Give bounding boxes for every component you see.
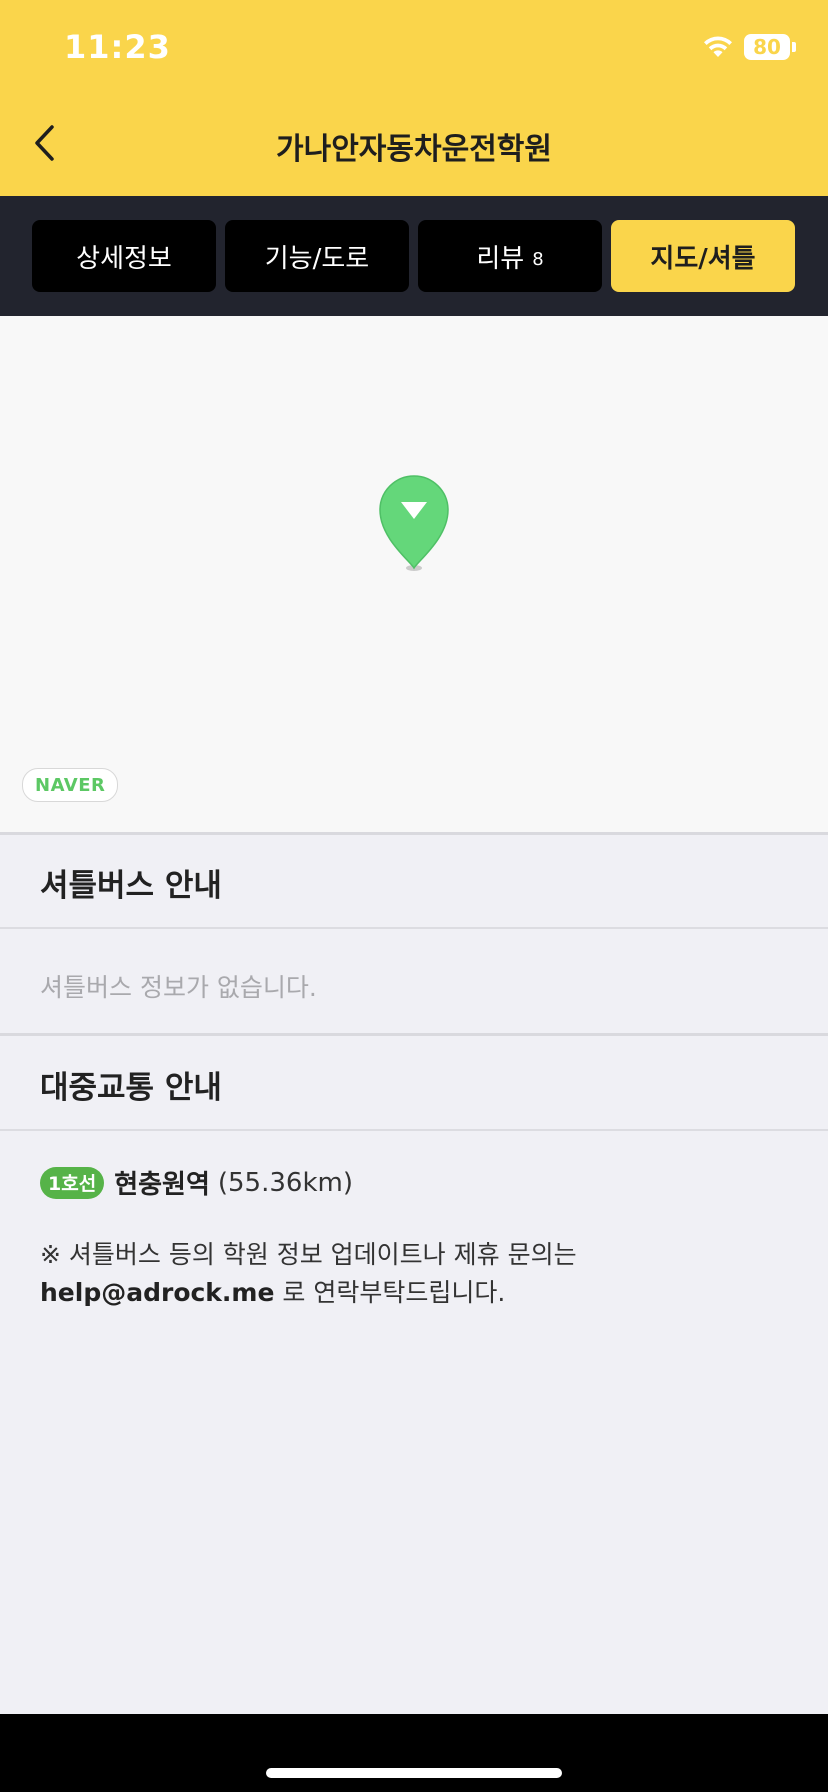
section-divider (0, 1129, 828, 1131)
map-pin-icon[interactable] (374, 468, 454, 580)
contact-notice: ※ 셔틀버스 등의 학원 정보 업데이트나 제휴 문의는 help@adrock… (40, 1236, 800, 1312)
tab-reviews[interactable]: 리뷰 8 (418, 220, 602, 292)
station-distance: (55.36km) (217, 1167, 353, 1198)
tab-label: 기능/도로 (264, 243, 370, 274)
shuttle-section-title: 셔틀버스 안내 (40, 868, 222, 904)
tab-label: 리뷰 (476, 243, 525, 274)
tab-label: 지도/셔틀 (650, 243, 756, 274)
shuttle-empty-message: 셔틀버스 정보가 없습니다. (40, 973, 317, 1002)
battery-level: 80 (744, 34, 790, 60)
tab-bar: 상세정보 기능/도로 리뷰 8 지도/셔틀 (0, 196, 828, 316)
review-count: 8 (532, 248, 544, 270)
bottom-bar (0, 1714, 828, 1792)
transit-section-title: 대중교통 안내 (40, 1070, 222, 1106)
contact-email-link[interactable]: help@adrock.me (40, 1278, 274, 1307)
page-title: 가나안자동차운전학원 (276, 132, 552, 167)
section-divider (0, 927, 828, 929)
battery-tip (792, 42, 796, 52)
tab-map-shuttle[interactable]: 지도/셔틀 (611, 220, 795, 292)
station-name: 현충원역 (114, 1170, 210, 1200)
app-header: 11:23 80 가나안자동차운전학원 (0, 0, 828, 196)
home-indicator[interactable] (266, 1768, 562, 1778)
subway-line-badge: 1호선 (40, 1166, 105, 1199)
tab-details[interactable]: 상세정보 (32, 220, 216, 292)
naver-logo: NAVER (22, 768, 119, 802)
notice-suffix: 로 연락부탁드립니다. (274, 1278, 506, 1307)
wifi-icon (702, 35, 734, 59)
battery-icon: 80 (744, 34, 796, 60)
map-view[interactable]: NAVER (0, 316, 828, 832)
notice-line: help@adrock.me 로 연락부탁드립니다. (40, 1274, 800, 1312)
station-row: 1호선 현충원역 (55.36km) (40, 1164, 353, 1201)
section-divider (0, 1033, 828, 1036)
status-icons: 80 (702, 34, 796, 60)
section-divider (0, 832, 828, 835)
status-time: 11:23 (64, 28, 171, 66)
tab-skills-road[interactable]: 기능/도로 (225, 220, 409, 292)
tab-label: 상세정보 (76, 243, 172, 274)
notice-line: ※ 셔틀버스 등의 학원 정보 업데이트나 제휴 문의는 (40, 1240, 577, 1269)
